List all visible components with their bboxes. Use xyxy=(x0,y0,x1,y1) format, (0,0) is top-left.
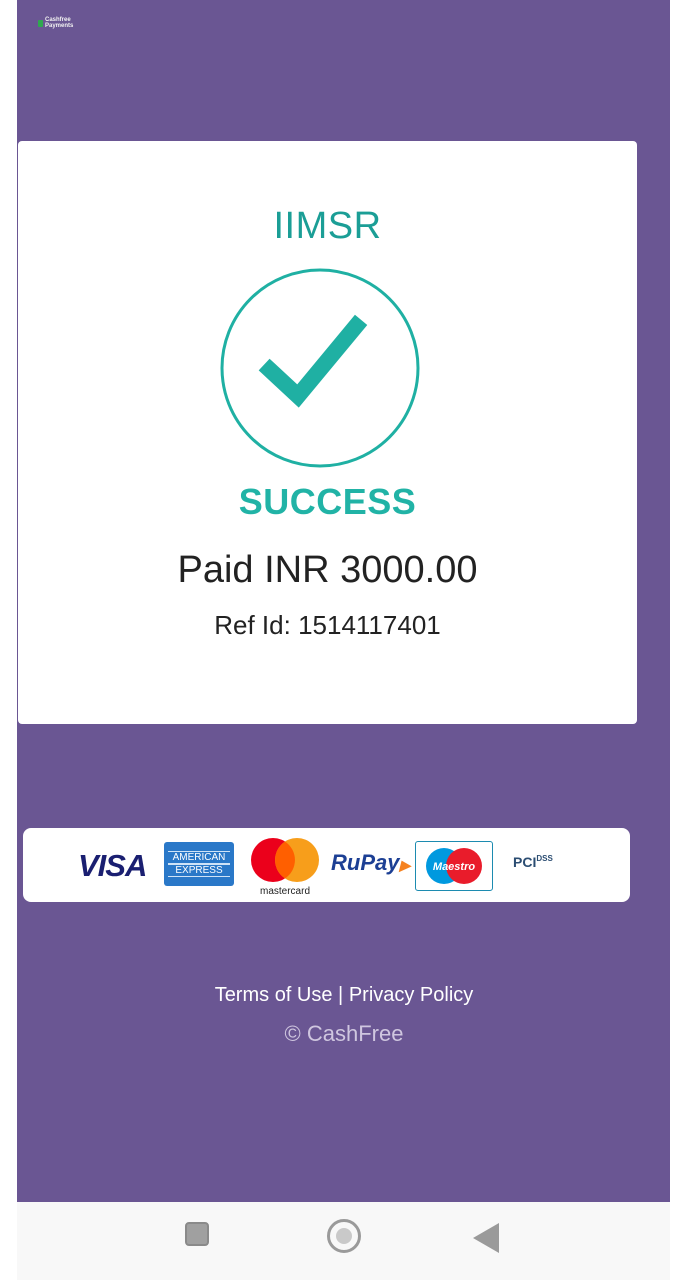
footer-links: Terms of Use | Privacy Policy xyxy=(0,984,688,1007)
visa-logo: VISA xyxy=(78,848,147,883)
right-edge xyxy=(670,0,688,1280)
cashfree-logo: Cashfree Payments xyxy=(38,17,73,29)
terms-link[interactable]: Terms of Use xyxy=(215,984,333,1006)
privacy-link[interactable]: Privacy Policy xyxy=(349,984,473,1006)
home-icon[interactable] xyxy=(327,1219,361,1253)
paid-amount: Paid INR 3000.00 xyxy=(177,549,478,591)
amex-line2: EXPRESS xyxy=(168,864,230,877)
mastercard-logo: mastercard xyxy=(249,838,321,897)
cashfree-logo-icon xyxy=(38,19,43,27)
success-check-icon xyxy=(220,268,420,468)
logo-line2: Payments xyxy=(45,23,74,29)
android-nav-bar xyxy=(17,1202,670,1280)
merchant-name: IIMSR xyxy=(273,205,382,247)
mastercard-wordmark: mastercard xyxy=(260,886,310,896)
pci-dss-logo: PCIDSS xyxy=(513,854,553,870)
rupay-logo: RuPay▶ xyxy=(331,850,411,875)
success-card: IIMSR SUCCESS Paid INR 3000.00 Ref Id: 1… xyxy=(18,141,637,724)
back-icon[interactable] xyxy=(473,1223,499,1253)
reference-id: Ref Id: 1514117401 xyxy=(214,610,441,640)
amex-logo: AMERICAN EXPRESS xyxy=(164,842,234,886)
copyright-text: © CashFree xyxy=(284,1021,404,1046)
recents-icon[interactable] xyxy=(185,1222,209,1246)
left-edge xyxy=(0,0,17,1280)
rupay-arrow-icon: ▶ xyxy=(399,857,411,873)
payment-status: SUCCESS xyxy=(238,481,417,522)
maestro-wordmark: Maestro xyxy=(433,861,475,873)
payment-methods-strip: VISA AMERICAN EXPRESS mastercard RuPay▶ … xyxy=(23,828,630,902)
link-separator: | xyxy=(332,984,349,1006)
maestro-logo: Maestro xyxy=(415,841,493,891)
amex-line1: AMERICAN xyxy=(168,851,230,864)
